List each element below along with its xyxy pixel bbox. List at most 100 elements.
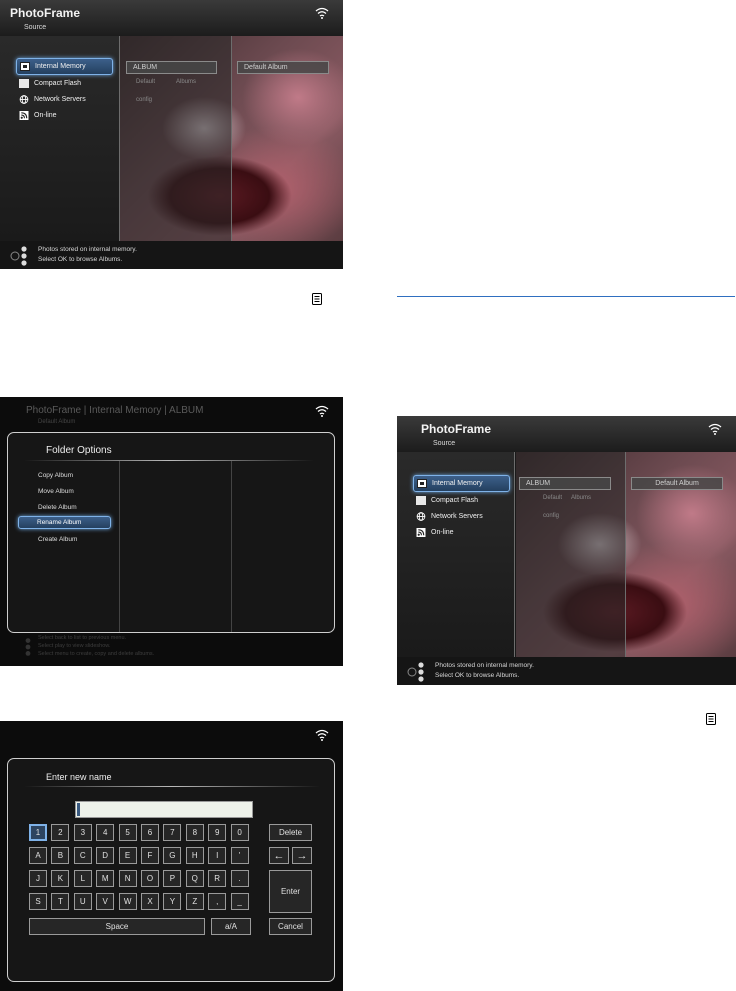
memory-icon xyxy=(417,479,427,488)
note-icon xyxy=(706,713,716,725)
key-0-2[interactable]: 3 xyxy=(73,824,92,841)
sub-item-config: config xyxy=(543,513,560,519)
app-title: PhotoFrame xyxy=(421,422,492,436)
album-folder-box[interactable]: ALBUM xyxy=(126,61,217,74)
note-icon xyxy=(312,293,322,305)
wifi-icon xyxy=(708,423,722,435)
key-3-9[interactable]: _ xyxy=(230,893,249,910)
enter-key[interactable]: Enter xyxy=(269,870,312,913)
option-rename-album[interactable]: Rename Album xyxy=(18,516,111,529)
space-key[interactable]: Space xyxy=(29,918,205,935)
case-toggle-key[interactable]: a/A xyxy=(211,918,251,935)
breadcrumb: PhotoFrame | Internal Memory | ALBUM xyxy=(26,405,204,416)
key-1-6[interactable]: G xyxy=(163,847,182,864)
status-line-2: Select OK to browse Albums. xyxy=(435,672,520,679)
key-0-4[interactable]: 5 xyxy=(118,824,137,841)
key-3-3[interactable]: V xyxy=(96,893,115,910)
key-0-3[interactable]: 4 xyxy=(96,824,115,841)
key-1-8[interactable]: I xyxy=(208,847,227,864)
menu-item-compact-flash[interactable]: Compact Flash xyxy=(413,493,517,508)
option-move-album[interactable]: Move Album xyxy=(38,488,74,495)
hint-line-1: Select back to list to previous menu. xyxy=(38,635,127,641)
key-2-6[interactable]: P xyxy=(163,870,182,887)
key-2-3[interactable]: M xyxy=(96,870,115,887)
menu-item-network-servers[interactable]: Network Servers xyxy=(16,92,120,107)
globe-icon xyxy=(416,512,426,521)
delete-key[interactable]: Delete xyxy=(269,824,312,841)
key-2-9[interactable]: . xyxy=(230,870,249,887)
key-3-7[interactable]: Z xyxy=(185,893,204,910)
key-0-9[interactable]: 0 xyxy=(230,824,249,841)
album-folder-box[interactable]: ALBUM xyxy=(519,477,611,490)
wifi-icon xyxy=(315,7,329,19)
key-0-8[interactable]: 9 xyxy=(208,824,227,841)
key-2-7[interactable]: Q xyxy=(185,870,204,887)
folder-options-dialog: Folder Options Copy Album Move Album Del… xyxy=(7,432,335,633)
key-2-4[interactable]: N xyxy=(118,870,137,887)
rss-icon xyxy=(19,111,29,120)
screen-subtitle: Source xyxy=(433,440,456,447)
folder-options-screen: PhotoFrame | Internal Memory | ALBUM Def… xyxy=(0,397,343,666)
key-3-2[interactable]: U xyxy=(73,893,92,910)
key-1-5[interactable]: F xyxy=(141,847,159,864)
menu-item-online[interactable]: On-line xyxy=(413,525,517,540)
key-3-8[interactable]: , xyxy=(208,893,227,910)
key-3-5[interactable]: X xyxy=(141,893,159,910)
source-screen-2: PhotoFrame Source Internal Memory Compac… xyxy=(397,416,736,685)
key-2-2[interactable]: L xyxy=(73,870,92,887)
menu-item-network-servers[interactable]: Network Servers xyxy=(413,509,517,524)
key-3-1[interactable]: T xyxy=(51,893,70,910)
section-divider xyxy=(397,296,735,297)
wifi-icon xyxy=(315,405,329,417)
key-3-0[interactable]: S xyxy=(29,893,47,910)
key-2-0[interactable]: J xyxy=(29,870,47,887)
screen-subtitle: Source xyxy=(24,24,47,31)
key-0-5[interactable]: 6 xyxy=(141,824,159,841)
key-2-5[interactable]: O xyxy=(141,870,159,887)
key-1-1[interactable]: B xyxy=(51,847,70,864)
menu-item-online[interactable]: On-line xyxy=(16,108,120,123)
left-arrow-key[interactable]: ← xyxy=(269,847,289,864)
option-create-album[interactable]: Create Album xyxy=(38,536,77,543)
keyboard-screen: Enter new name 1 2 3 4 5 6 7 8 9 0 A B C D E F G H I ' J K L M N… xyxy=(0,721,343,991)
option-delete-album[interactable]: Delete Album xyxy=(38,504,77,511)
remote-buttons-icon xyxy=(10,246,27,266)
sub-item-albums: Albums xyxy=(176,79,197,85)
option-copy-album[interactable]: Copy Album xyxy=(38,472,73,479)
card-icon xyxy=(19,79,29,88)
key-1-7[interactable]: H xyxy=(185,847,204,864)
remote-buttons-icon xyxy=(407,662,424,682)
hint-line-2: Select play to view slideshow. xyxy=(38,643,111,649)
key-0-6[interactable]: 7 xyxy=(163,824,182,841)
menu-item-compact-flash[interactable]: Compact Flash xyxy=(16,76,120,91)
menu-item-internal-memory[interactable]: Internal Memory xyxy=(413,475,510,492)
status-bar: Photos stored on internal memory. Select… xyxy=(0,241,343,269)
sub-item-config: config xyxy=(136,97,153,103)
source-menu: Internal Memory Compact Flash Network Se… xyxy=(413,475,517,541)
menu-item-internal-memory[interactable]: Internal Memory xyxy=(16,58,113,75)
default-album-box[interactable]: Default Album xyxy=(631,477,723,490)
wifi-icon xyxy=(315,729,329,741)
key-1-0[interactable]: A xyxy=(29,847,47,864)
key-3-4[interactable]: W xyxy=(118,893,137,910)
name-input[interactable] xyxy=(75,801,253,818)
source-screen-1: PhotoFrame Source Internal Memory Compac… xyxy=(0,0,343,269)
key-2-1[interactable]: K xyxy=(51,870,70,887)
key-2-8[interactable]: R xyxy=(208,870,227,887)
default-album-box[interactable]: Default Album xyxy=(237,61,329,74)
rename-dialog: Enter new name 1 2 3 4 5 6 7 8 9 0 A B C D E F G H I ' J K L M N… xyxy=(7,758,335,982)
key-1-3[interactable]: D xyxy=(96,847,115,864)
key-1-4[interactable]: E xyxy=(118,847,137,864)
hint-line-3: Select menu to create, copy and delete a… xyxy=(38,651,155,657)
key-0-1[interactable]: 2 xyxy=(51,824,70,841)
key-1-2[interactable]: C xyxy=(73,847,92,864)
dialog-title: Folder Options xyxy=(46,445,112,456)
card-icon xyxy=(416,496,426,505)
key-0-7[interactable]: 8 xyxy=(185,824,204,841)
key-1-9[interactable]: ' xyxy=(230,847,249,864)
status-line-2: Select OK to browse Albums. xyxy=(38,256,123,263)
key-3-6[interactable]: Y xyxy=(163,893,182,910)
right-arrow-key[interactable]: → xyxy=(292,847,312,864)
key-0-0[interactable]: 1 xyxy=(29,824,47,841)
cancel-key[interactable]: Cancel xyxy=(269,918,312,935)
